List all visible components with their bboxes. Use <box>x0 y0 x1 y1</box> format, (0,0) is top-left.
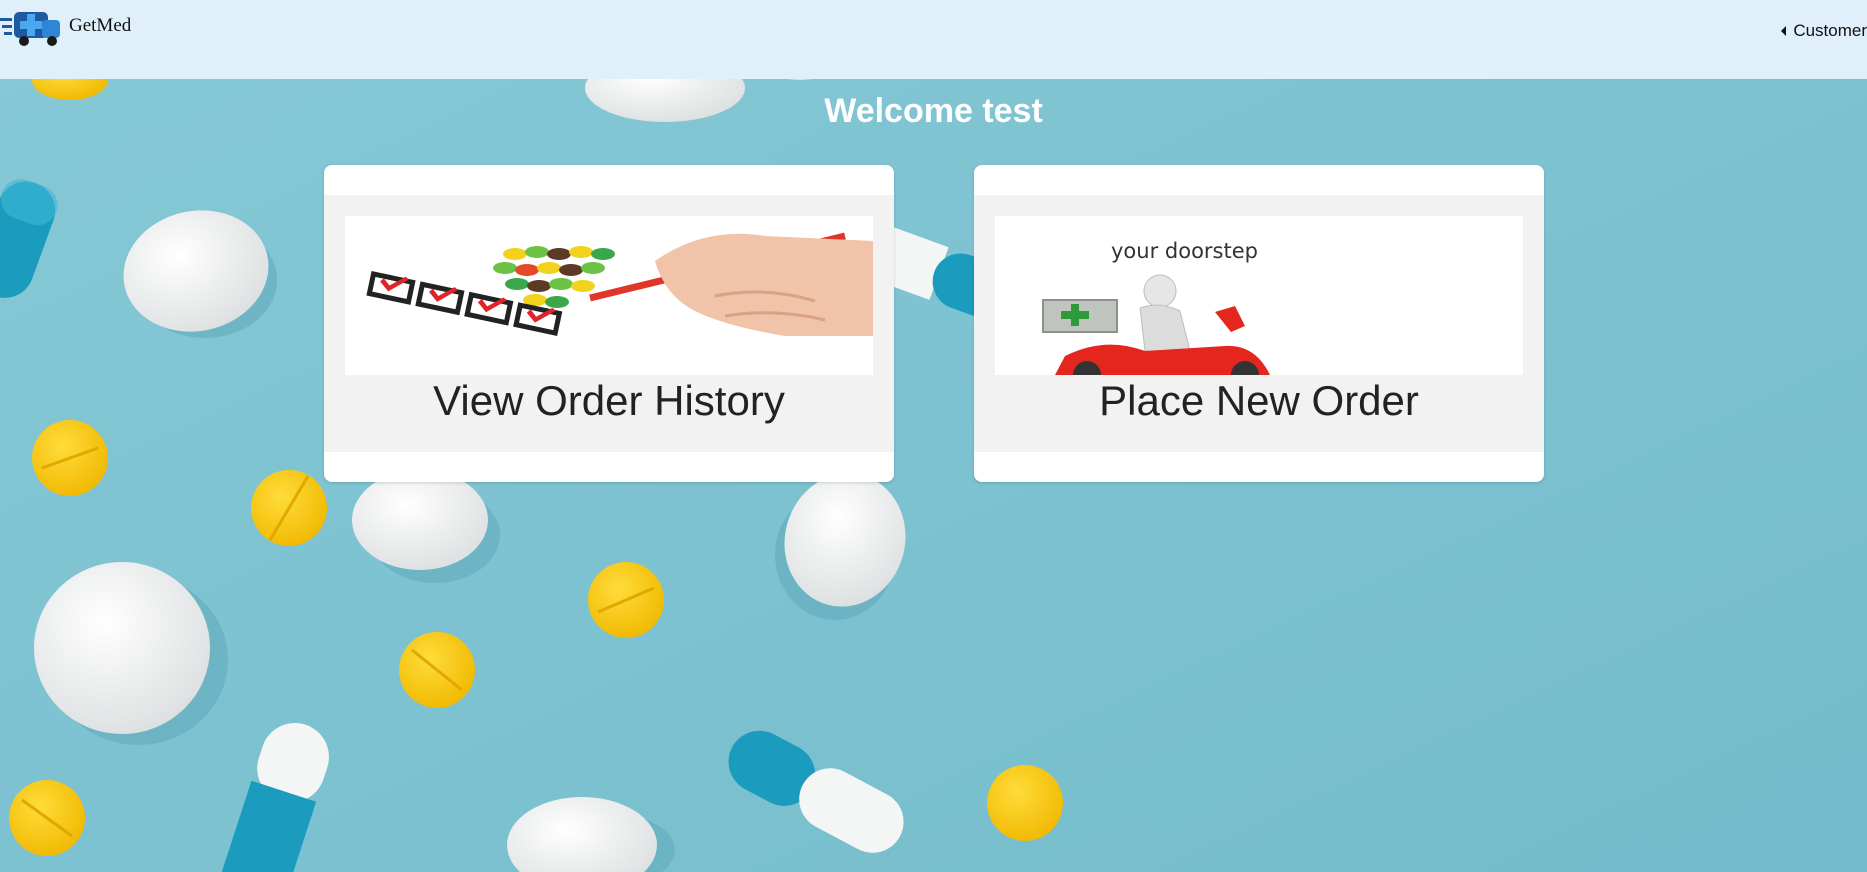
checklist-pencil-illustration <box>345 216 873 375</box>
welcome-heading: Welcome test <box>824 92 1043 130</box>
place-new-order-label: Place New Order <box>1099 377 1419 424</box>
top-navbar: GetMed Customer <box>0 0 1867 79</box>
card-body: View Order History <box>324 195 894 452</box>
view-order-history-label: View Order History <box>433 377 785 424</box>
ambulance-logo-icon <box>0 12 60 46</box>
order-history-image <box>345 216 873 375</box>
place-new-order-card[interactable]: your doorstep Place New Order <box>974 165 1544 482</box>
customer-menu-dropdown[interactable]: Customer <box>1781 21 1867 41</box>
card-body: your doorstep Place New Order <box>974 195 1544 452</box>
scooter-delivery-illustration: your doorstep <box>995 216 1523 375</box>
place-order-image: your doorstep <box>995 216 1523 375</box>
doorstep-image-text: your doorstep <box>1111 239 1258 263</box>
customer-menu-label: Customer <box>1793 21 1867 40</box>
brand-name: GetMed <box>69 15 132 36</box>
brand-link[interactable]: GetMed <box>0 4 131 48</box>
view-order-history-card[interactable]: View Order History <box>324 165 894 482</box>
caret-left-icon <box>1781 26 1787 36</box>
